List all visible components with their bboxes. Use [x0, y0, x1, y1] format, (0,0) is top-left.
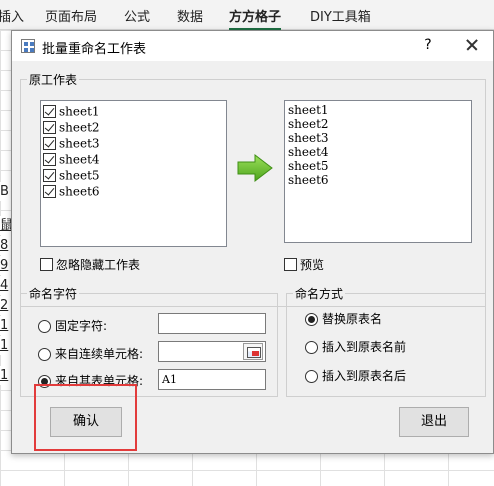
preview-sheet-list[interactable]: sheet1 sheet2 sheet3 sheet4 sheet5 sheet…	[284, 100, 472, 243]
list-item[interactable]: sheet5	[43, 167, 100, 183]
source-sheets-label: 原工作表	[27, 71, 80, 88]
tab-data[interactable]: 数据	[177, 6, 203, 25]
arrow-right-icon	[237, 154, 273, 182]
source-sheets-group: 原工作表 sheet1 sheet2 sheet3 sheet4 sheet5 …	[20, 71, 486, 307]
fixed-chars-input[interactable]	[158, 313, 266, 334]
list-item: sheet5	[288, 159, 329, 173]
radio-circle[interactable]	[305, 370, 318, 383]
help-button[interactable]: ?	[421, 37, 435, 53]
sheet-checkbox[interactable]	[43, 105, 56, 118]
list-item: sheet4	[288, 145, 329, 159]
naming-chars-label: 命名字符	[27, 285, 80, 302]
sheet-checkbox[interactable]	[43, 137, 56, 150]
tab-diy-toolbox[interactable]: DIY工具箱	[310, 6, 371, 25]
exit-button[interactable]: 退出	[399, 407, 469, 437]
list-item: sheet1	[288, 103, 329, 117]
list-item: sheet2	[288, 117, 329, 131]
list-item[interactable]: sheet4	[43, 151, 100, 167]
ribbon-tab-bar: 插入 页面布局 公式 数据 方方格子 DIY工具箱	[0, 0, 494, 31]
radio-circle[interactable]	[305, 313, 318, 326]
radio-circle[interactable]	[305, 341, 318, 354]
list-item[interactable]: sheet1	[43, 103, 100, 119]
list-item[interactable]: sheet6	[43, 183, 100, 199]
naming-method-group: 命名方式 替换原表名 插入到原表名前 插入到原表名后	[286, 285, 486, 397]
tab-page-layout[interactable]: 页面布局	[45, 6, 97, 25]
range-picker-icon[interactable]	[243, 343, 263, 360]
radio-insert-after[interactable]: 插入到原表名后	[305, 368, 406, 384]
sheet-checkbox[interactable]	[43, 169, 56, 182]
sheet-checkbox[interactable]	[43, 121, 56, 134]
radio-insert-before[interactable]: 插入到原表名前	[305, 339, 406, 355]
checkbox-box[interactable]	[40, 258, 53, 271]
checkbox-box[interactable]	[284, 258, 297, 271]
radio-continuous-cells[interactable]: 来自连续单元格:	[38, 346, 143, 362]
tab-insert[interactable]: 插入	[0, 6, 24, 25]
ignore-hidden-checkbox[interactable]: 忽略隐藏工作表	[40, 256, 140, 273]
list-item[interactable]: sheet2	[43, 119, 100, 135]
other-sheet-cell-input[interactable]: A1	[158, 369, 266, 390]
dialog-title: 批量重命名工作表	[42, 42, 147, 57]
list-item: sheet3	[288, 131, 329, 145]
source-sheet-list[interactable]: sheet1 sheet2 sheet3 sheet4 sheet5 sheet…	[40, 100, 227, 247]
naming-chars-group: 命名字符 固定字符: 来自连续单元格: 来自其表单元格: A1	[20, 285, 278, 397]
naming-method-label: 命名方式	[293, 285, 346, 302]
dialog-titlebar[interactable]: 批量重命名工作表 ?	[12, 31, 493, 61]
radio-circle[interactable]	[38, 320, 51, 333]
tab-formulas[interactable]: 公式	[124, 6, 150, 25]
sheet-checkbox[interactable]	[43, 153, 56, 166]
sheet-checkbox[interactable]	[43, 185, 56, 198]
tab-fangfang[interactable]: 方方格子	[229, 6, 282, 31]
list-item[interactable]: sheet3	[43, 135, 100, 151]
app-icon	[21, 39, 35, 53]
close-icon[interactable]	[460, 33, 484, 57]
radio-fixed-chars[interactable]: 固定字符:	[38, 318, 107, 334]
radio-replace-name[interactable]: 替换原表名	[305, 311, 382, 327]
radio-circle[interactable]	[38, 348, 51, 361]
preview-checkbox[interactable]: 预览	[284, 256, 324, 273]
list-item: sheet6	[288, 173, 329, 187]
highlight-box	[34, 384, 137, 451]
